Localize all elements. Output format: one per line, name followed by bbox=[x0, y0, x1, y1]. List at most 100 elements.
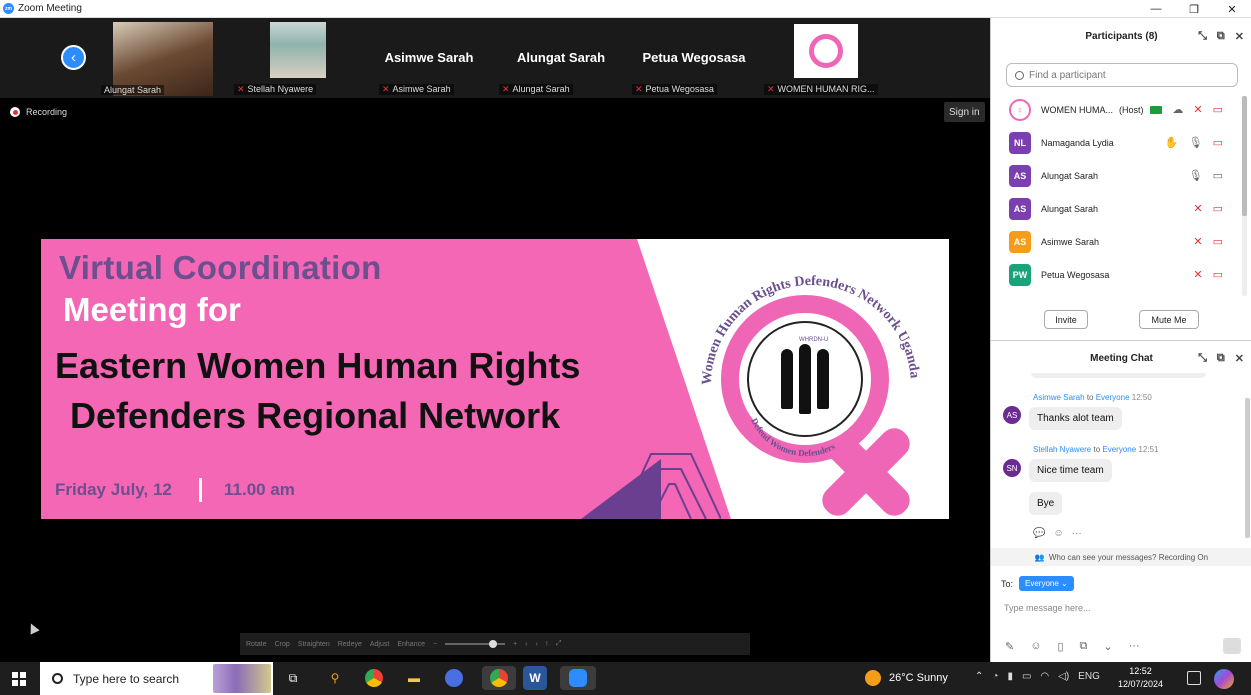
zoom-out-icon[interactable]: − bbox=[433, 641, 437, 648]
format-icon[interactable]: ✎ bbox=[1005, 640, 1014, 653]
zoom-app-icon[interactable] bbox=[560, 666, 596, 690]
zoom-in-icon[interactable]: + bbox=[513, 641, 517, 648]
chat-input[interactable]: Type message here... bbox=[1004, 603, 1091, 613]
search-app-icon[interactable]: ⚲ bbox=[323, 666, 347, 690]
pop-out-icon[interactable]: ⧉ bbox=[1217, 352, 1225, 365]
mute-me-button[interactable]: Mute Me bbox=[1139, 310, 1199, 329]
chrome-icon[interactable] bbox=[362, 666, 386, 690]
video-tile[interactable]: Alungat Sarah bbox=[97, 20, 230, 96]
to-label: to bbox=[1086, 393, 1094, 402]
mic-icon[interactable]: 🎙 bbox=[1189, 136, 1203, 149]
maximize-button[interactable]: ❐ bbox=[1175, 0, 1213, 18]
taskbar-search-box[interactable]: Type here to search bbox=[40, 662, 273, 695]
video-off-icon[interactable]: ▭ bbox=[1213, 103, 1223, 116]
more-icon[interactable]: ··· bbox=[1129, 640, 1140, 653]
participant-row[interactable]: ♀ WOMEN HUMA... (Host) ☁ ✕ ▭ bbox=[991, 93, 1241, 126]
reply-icon[interactable]: 💬 bbox=[1033, 528, 1045, 539]
weather-widget[interactable]: 26°C Sunny bbox=[865, 670, 948, 686]
video-off-icon[interactable]: ▭ bbox=[1213, 268, 1223, 281]
chat-message[interactable]: Thanks alot team bbox=[1029, 407, 1122, 430]
straighten-tool[interactable]: Straighten bbox=[298, 641, 330, 648]
invite-button[interactable]: Invite bbox=[1044, 310, 1088, 329]
emoji-icon[interactable]: ☺ bbox=[1030, 640, 1041, 653]
participant-row[interactable]: PW Petua Wegosasa ✕ ▭ bbox=[991, 258, 1241, 291]
avatar: PW bbox=[1009, 263, 1031, 286]
banner-heading-1: Virtual Coordination bbox=[59, 249, 382, 286]
mic-muted-icon[interactable]: ✕ bbox=[1193, 268, 1202, 281]
chat-message[interactable]: Bye bbox=[1029, 492, 1063, 515]
video-off-icon[interactable]: ▭ bbox=[1213, 202, 1223, 215]
strip-back-button[interactable]: ‹ bbox=[61, 45, 86, 70]
file-explorer-icon[interactable]: ▬ bbox=[402, 666, 426, 690]
tile-display-name: Alungat Sarah bbox=[516, 50, 606, 65]
mic-icon[interactable]: 🎙 bbox=[1189, 169, 1203, 182]
usb-icon[interactable]: ▮ bbox=[1007, 671, 1013, 682]
app-icon[interactable] bbox=[442, 666, 466, 690]
participant-search-input[interactable]: Find a participant bbox=[1006, 63, 1238, 87]
rotate-tool[interactable]: Rotate bbox=[246, 641, 267, 648]
emoji-react-icon[interactable]: ☺ bbox=[1053, 528, 1063, 539]
info-icon[interactable]: ! bbox=[546, 641, 548, 648]
video-tile[interactable]: Asimwe Sarah ✕ Asimwe Sarah bbox=[365, 20, 493, 96]
notification-icon[interactable] bbox=[1187, 671, 1201, 685]
sender-name[interactable]: Stellah Nyawere bbox=[1033, 445, 1091, 454]
participants-scrollbar[interactable] bbox=[1242, 96, 1247, 296]
network-icon[interactable]: ◔ bbox=[992, 671, 998, 682]
close-button[interactable]: ✕ bbox=[1213, 0, 1251, 18]
video-tile[interactable]: Petua Wegosasa ✕ Petua Wegosasa bbox=[628, 20, 760, 96]
language-indicator[interactable]: ENG bbox=[1078, 671, 1100, 682]
video-tile[interactable]: ✕ Stellah Nyawere bbox=[230, 20, 365, 96]
volume-icon[interactable]: ◁) bbox=[1058, 671, 1069, 682]
sender-name[interactable]: Asimwe Sarah bbox=[1033, 393, 1085, 402]
send-button[interactable] bbox=[1223, 638, 1241, 654]
close-panel-icon[interactable]: ✕ bbox=[1235, 30, 1244, 43]
video-tile[interactable]: ✕ WOMEN HUMAN RIG... bbox=[760, 20, 892, 96]
task-view-icon[interactable]: ⧉ bbox=[281, 666, 305, 690]
mic-muted-icon[interactable]: ✕ bbox=[1193, 202, 1202, 215]
wifi-icon[interactable]: ◠ bbox=[1040, 671, 1049, 682]
screenshot-icon[interactable]: ⧉ bbox=[1080, 640, 1088, 653]
participant-row[interactable]: AS Alungat Sarah ✕ ▭ bbox=[991, 192, 1241, 225]
recording-indicator[interactable]: Recording bbox=[10, 107, 67, 117]
video-icon[interactable]: ▭ bbox=[1213, 169, 1223, 182]
file-icon[interactable]: ▯ bbox=[1057, 640, 1063, 653]
crop-tool[interactable]: Crop bbox=[275, 641, 290, 648]
chevron-up-icon[interactable]: ⌃ bbox=[975, 671, 983, 682]
close-panel-icon[interactable]: ✕ bbox=[1235, 352, 1244, 365]
word-icon[interactable]: W bbox=[523, 666, 547, 690]
expand-icon[interactable]: ⤢ bbox=[556, 640, 562, 648]
adjust-tool[interactable]: Adjust bbox=[370, 641, 389, 648]
battery-icon[interactable]: ▭ bbox=[1022, 671, 1031, 682]
mic-muted-icon[interactable]: ✕ bbox=[1193, 103, 1202, 116]
org-logo-avatar: ♀ bbox=[1009, 98, 1031, 121]
windows-start-icon[interactable] bbox=[12, 672, 26, 686]
collapse-icon[interactable]: ⤡ bbox=[1198, 352, 1207, 365]
zoom-slider[interactable] bbox=[445, 640, 506, 648]
who-can-see-link[interactable]: 👥 Who can see your messages? Recording O… bbox=[991, 548, 1251, 566]
participant-row[interactable]: NL Namaganda Lydia ✋ 🎙 ▭ bbox=[991, 126, 1241, 159]
video-tile[interactable]: Alungat Sarah ✕ Alungat Sarah bbox=[495, 20, 627, 96]
copilot-icon[interactable] bbox=[1214, 669, 1234, 689]
chat-message[interactable]: Nice time team bbox=[1029, 459, 1112, 482]
recipient-dropdown[interactable]: Everyone ⌄ bbox=[1019, 576, 1074, 591]
chrome-profile-icon[interactable] bbox=[482, 666, 516, 690]
taskbar-clock[interactable]: 12:52 12/07/2024 bbox=[1118, 665, 1163, 691]
enhance-tool[interactable]: Enhance bbox=[397, 641, 425, 648]
redeye-tool[interactable]: Redeye bbox=[338, 641, 362, 648]
chat-scrollbar[interactable] bbox=[1245, 378, 1250, 548]
participant-row[interactable]: AS Asimwe Sarah ✕ ▭ bbox=[991, 225, 1241, 258]
collapse-icon[interactable]: ⤡ bbox=[1198, 30, 1207, 43]
video-off-icon[interactable]: ▭ bbox=[1213, 136, 1223, 149]
avatar: AS bbox=[1009, 230, 1031, 253]
pop-out-icon[interactable]: ⧉ bbox=[1217, 30, 1225, 43]
prev-icon[interactable]: ‹ bbox=[525, 641, 527, 648]
next-icon[interactable]: › bbox=[536, 641, 538, 648]
chevron-down-icon[interactable]: ⌄ bbox=[1103, 640, 1112, 653]
who-can-see-text: Who can see your messages? Recording On bbox=[1048, 552, 1209, 562]
minimize-button[interactable]: — bbox=[1137, 0, 1175, 18]
mic-muted-icon[interactable]: ✕ bbox=[1193, 235, 1202, 248]
more-icon[interactable]: ··· bbox=[1072, 528, 1082, 539]
video-off-icon[interactable]: ▭ bbox=[1213, 235, 1223, 248]
participant-row[interactable]: AS Alungat Sarah 🎙 ▭ bbox=[991, 159, 1241, 192]
sign-in-button[interactable]: Sign in bbox=[944, 102, 985, 122]
